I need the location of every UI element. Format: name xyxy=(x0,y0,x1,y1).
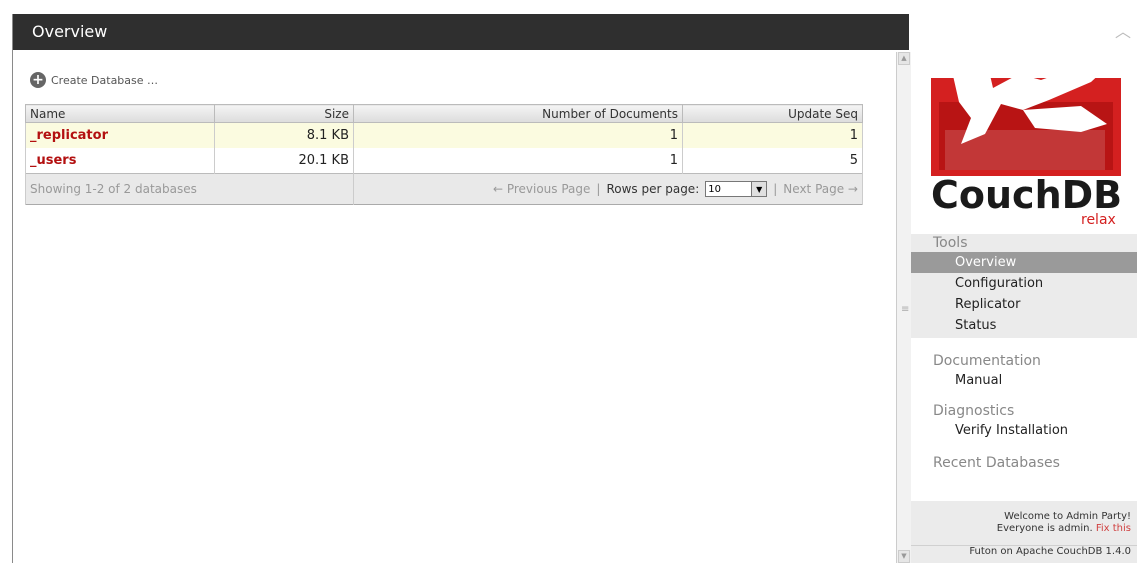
sidebar-footer: Welcome to Admin Party! Everyone is admi… xyxy=(911,501,1137,563)
recent-databases-title: Recent Databases xyxy=(933,455,1060,471)
admin-message: Everyone is admin. xyxy=(996,523,1093,534)
documentation-title: Documentation xyxy=(933,353,1041,369)
documents-cell: 1 xyxy=(353,148,683,174)
pagination-summary: Showing 1-2 of 2 databases xyxy=(25,173,354,205)
scroll-up-icon[interactable]: ▲ xyxy=(898,52,910,65)
sidebar-item-overview[interactable]: Overview xyxy=(911,252,1137,273)
size-cell: 20.1 KB xyxy=(214,148,354,174)
sidebar: ︿ CouchDB relax Tools Overview Configura… xyxy=(911,14,1137,563)
tools-section: Tools Overview Configuration Replicator … xyxy=(911,234,1137,338)
database-link[interactable]: _replicator xyxy=(30,128,108,143)
sidebar-item-verify-installation[interactable]: Verify Installation xyxy=(911,420,1137,441)
table-row: _users 20.1 KB 1 5 xyxy=(25,148,863,174)
sidebar-item-status[interactable]: Status xyxy=(911,315,1137,336)
create-database-label: Create Database … xyxy=(51,73,159,87)
column-header-update-seq[interactable]: Update Seq xyxy=(682,104,863,123)
column-header-documents[interactable]: Number of Documents xyxy=(353,104,683,123)
rows-per-page-label: Rows per page: xyxy=(606,182,700,196)
previous-page-link[interactable]: ← Previous Page xyxy=(493,182,590,196)
pagination-controls: ← Previous Page | Rows per page: 10 ▼ | … xyxy=(358,181,858,197)
next-page-link[interactable]: Next Page → xyxy=(783,182,858,196)
collapse-sidebar-icon[interactable]: ︿ xyxy=(1115,18,1131,42)
documents-cell: 1 xyxy=(353,122,683,148)
size-cell: 8.1 KB xyxy=(214,122,354,148)
pager-separator: | xyxy=(596,182,601,196)
update-seq-cell: 5 xyxy=(682,148,863,174)
databases-table: Name Size Number of Documents Update Seq… xyxy=(25,104,863,205)
svg-text:relax: relax xyxy=(1081,212,1116,228)
fix-this-link[interactable]: Fix this xyxy=(1096,523,1131,534)
add-icon: + xyxy=(30,72,46,88)
pager-separator: | xyxy=(773,182,778,196)
documentation-section: Documentation Manual xyxy=(911,352,1137,391)
page-title: Overview xyxy=(13,14,909,50)
scroll-down-icon[interactable]: ▼ xyxy=(898,550,910,563)
database-link[interactable]: _users xyxy=(30,153,76,168)
column-header-name[interactable]: Name xyxy=(25,104,215,123)
svg-text:CouchDB: CouchDB xyxy=(931,173,1122,217)
sidebar-item-replicator[interactable]: Replicator xyxy=(911,294,1137,315)
couchdb-logo: CouchDB relax xyxy=(931,52,1122,228)
recent-databases-section: Recent Databases xyxy=(911,454,1137,472)
rows-per-page-value: 10 xyxy=(708,183,721,195)
scroll-grip-icon[interactable]: ≡ xyxy=(901,304,909,315)
table-row: _replicator 8.1 KB 1 1 xyxy=(25,122,863,148)
sidebar-item-configuration[interactable]: Configuration xyxy=(911,273,1137,294)
main-panel: Overview + Create Database … Name Size N… xyxy=(12,14,909,563)
tools-title: Tools xyxy=(933,235,968,251)
sidebar-item-manual[interactable]: Manual xyxy=(911,370,1137,391)
version-text: Futon on Apache CouchDB 1.4.0 xyxy=(969,546,1131,557)
update-seq-cell: 1 xyxy=(682,122,863,148)
create-database-button[interactable]: + Create Database … xyxy=(30,71,158,89)
vertical-scrollbar[interactable]: ▲ ≡ ▼ xyxy=(896,52,911,563)
chevron-down-icon: ▼ xyxy=(751,182,767,196)
rows-per-page-select[interactable]: 10 ▼ xyxy=(705,181,768,197)
diagnostics-title: Diagnostics xyxy=(933,403,1015,419)
column-header-size[interactable]: Size xyxy=(214,104,354,123)
welcome-message: Welcome to Admin Party! xyxy=(1004,511,1131,522)
diagnostics-section: Diagnostics Verify Installation xyxy=(911,402,1137,441)
